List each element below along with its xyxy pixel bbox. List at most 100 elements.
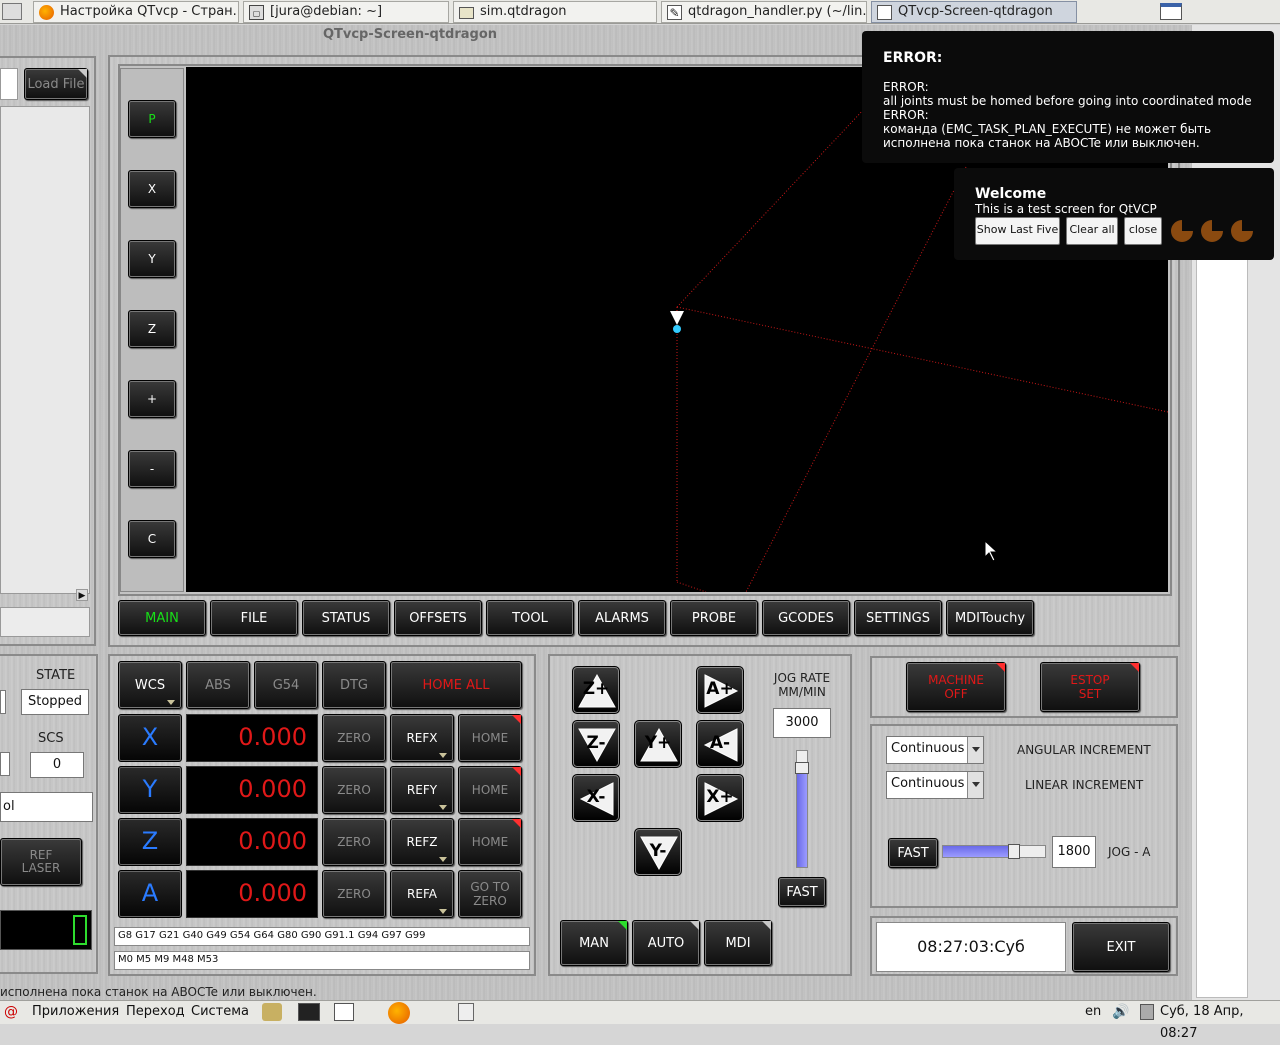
home-y-button[interactable]: HOME bbox=[458, 766, 522, 814]
zoom-in-button[interactable]: + bbox=[128, 380, 176, 418]
tab-offsets[interactable]: OFFSETS bbox=[394, 600, 482, 636]
error-line: ERROR: bbox=[883, 80, 929, 94]
clock-indicator[interactable]: Суб, 18 Апр, 08:27 bbox=[1160, 1001, 1280, 1045]
ref-y-button[interactable]: REFY bbox=[390, 766, 454, 814]
jog-rate-slider-thumb[interactable] bbox=[795, 762, 809, 775]
axis-z-button[interactable]: Z bbox=[118, 818, 182, 866]
axis-x-button[interactable]: X bbox=[118, 714, 182, 762]
view-y-button[interactable]: Y bbox=[128, 240, 176, 278]
axis-a-button[interactable]: A bbox=[118, 870, 182, 918]
view-p-button[interactable]: P bbox=[128, 100, 176, 138]
linear-increment-combo[interactable]: Continuous bbox=[886, 771, 984, 799]
taskbar-tab-qtvcp[interactable]: QTvcp-Screen-qtdragon bbox=[871, 1, 1077, 23]
jog-a-minus-button[interactable]: A- bbox=[696, 720, 744, 768]
text-editor-icon: ✎ bbox=[667, 5, 682, 20]
taskbar-tab-folder[interactable]: sim.qtdragon bbox=[453, 1, 657, 23]
jog-y-minus-button[interactable]: Y- bbox=[634, 828, 682, 876]
view-z-button[interactable]: Z bbox=[128, 310, 176, 348]
tab-status[interactable]: STATUS bbox=[302, 600, 390, 636]
jog-rate-field[interactable]: 3000 bbox=[773, 708, 831, 738]
jog-fast-button[interactable]: FAST bbox=[778, 877, 826, 907]
tab-settings[interactable]: SETTINGS bbox=[854, 600, 942, 636]
estop-button[interactable]: ESTOP SET bbox=[1040, 662, 1140, 712]
home-a-button[interactable]: GO TO ZERO bbox=[458, 870, 522, 918]
jog-y-plus-button[interactable]: Y+ bbox=[634, 720, 682, 768]
places-menu[interactable]: Переход bbox=[126, 1001, 185, 1023]
jog-z-plus-button[interactable]: Z+ bbox=[572, 666, 620, 714]
ref-a-button[interactable]: REFA bbox=[390, 870, 454, 918]
abs-button[interactable]: ABS bbox=[186, 661, 250, 709]
machine-off-button[interactable]: MACHINE OFF bbox=[906, 662, 1006, 712]
ref-x-button[interactable]: REFX bbox=[390, 714, 454, 762]
mode-auto-button[interactable]: AUTO bbox=[632, 920, 700, 966]
home-x-button-label: HOME bbox=[471, 731, 509, 745]
show-last-five-button[interactable]: Show Last Five bbox=[975, 217, 1060, 245]
jog-a-plus-button[interactable]: A+ bbox=[696, 666, 744, 714]
ref-z-button[interactable]: REFZ bbox=[390, 818, 454, 866]
jog-a-field[interactable]: 1800 bbox=[1052, 836, 1096, 868]
taskbar-tab-terminal[interactable]: ▢ [jura@debian: ~] bbox=[243, 1, 449, 23]
tab-alarms[interactable]: ALARMS bbox=[578, 600, 666, 636]
load-file-button[interactable]: Load File bbox=[24, 68, 88, 100]
file-list[interactable] bbox=[0, 106, 90, 594]
jog-z-minus-button[interactable]: Z- bbox=[572, 720, 620, 768]
error-line: all joints must be homed before going in… bbox=[883, 94, 1252, 108]
jog-a-slider[interactable] bbox=[942, 844, 1046, 859]
left-lower-field[interactable] bbox=[0, 607, 90, 637]
ref-laser-button[interactable]: REF LASER bbox=[0, 838, 82, 886]
scroll-right-arrow-icon[interactable]: ▶ bbox=[76, 589, 88, 601]
jog-rate-slider[interactable] bbox=[795, 750, 809, 868]
mode-man-button[interactable]: MAN bbox=[560, 920, 628, 966]
clear-view-button[interactable]: C bbox=[128, 520, 176, 558]
tab-probe[interactable]: PROBE bbox=[670, 600, 758, 636]
view-z-label: Z bbox=[147, 322, 157, 336]
terminal-launcher-icon[interactable] bbox=[298, 1003, 320, 1021]
jog-x-minus-button[interactable]: X- bbox=[572, 774, 620, 822]
zero-y-button-label: ZERO bbox=[337, 783, 371, 797]
jog-a-fast-button[interactable]: FAST bbox=[888, 838, 938, 868]
linuxcnc-launcher-icon[interactable] bbox=[262, 1003, 282, 1021]
dtg-button[interactable]: DTG bbox=[322, 661, 386, 709]
tab-main[interactable]: MAIN bbox=[118, 600, 206, 636]
applications-menu[interactable]: Приложения bbox=[32, 1001, 119, 1023]
tab-gcodes[interactable]: GCODES bbox=[762, 600, 850, 636]
editor-launcher-icon[interactable] bbox=[334, 1003, 354, 1021]
tool-field: ol bbox=[0, 792, 93, 822]
axis-y-button[interactable]: Y bbox=[118, 766, 182, 814]
mode-mdi-button[interactable]: MDI bbox=[704, 920, 772, 966]
view-x-button[interactable]: X bbox=[128, 170, 176, 208]
system-menu[interactable]: Система bbox=[191, 1001, 249, 1023]
tab-tool[interactable]: TOOL bbox=[486, 600, 574, 636]
zero-z-button[interactable]: ZERO bbox=[322, 818, 386, 866]
volume-icon[interactable]: 🔊 bbox=[1112, 1001, 1129, 1023]
home-z-button[interactable]: HOME bbox=[458, 818, 522, 866]
trash-icon[interactable] bbox=[458, 1003, 474, 1021]
zoom-out-button[interactable]: - bbox=[128, 450, 176, 488]
jog-a-slider-thumb[interactable] bbox=[1008, 844, 1021, 859]
keyboard-layout-indicator[interactable]: en bbox=[1085, 1001, 1101, 1023]
alert-indicator bbox=[512, 819, 521, 828]
tab-mditouchy[interactable]: MDITouchy bbox=[946, 600, 1034, 636]
taskbar-tab-firefox[interactable]: Настройка QTvcp - Стран... bbox=[33, 1, 239, 23]
clear-all-button[interactable]: Clear all bbox=[1066, 217, 1118, 245]
close-button[interactable]: close bbox=[1124, 217, 1162, 245]
show-desktop-icon[interactable] bbox=[2, 3, 22, 20]
network-icon[interactable] bbox=[1140, 1004, 1154, 1020]
ref-z-button-label: REFZ bbox=[406, 835, 438, 849]
workspace-switcher-icon[interactable] bbox=[1160, 3, 1182, 20]
exit-button[interactable]: EXIT bbox=[1072, 922, 1170, 972]
jog-x-plus-button[interactable]: X+ bbox=[696, 774, 744, 822]
zero-x-button[interactable]: ZERO bbox=[322, 714, 386, 762]
dropdown-arrow-icon bbox=[439, 753, 447, 758]
zero-a-button[interactable]: ZERO bbox=[322, 870, 386, 918]
firefox-launcher-icon[interactable] bbox=[388, 1002, 410, 1024]
angular-increment-combo[interactable]: Continuous bbox=[886, 736, 984, 764]
wcs-button[interactable]: WCS bbox=[118, 661, 182, 709]
home-x-button[interactable]: HOME bbox=[458, 714, 522, 762]
home-all-button[interactable]: HOME ALL bbox=[390, 661, 522, 709]
file-path-field[interactable] bbox=[0, 68, 18, 100]
tab-file[interactable]: FILE bbox=[210, 600, 298, 636]
g54-button[interactable]: G54 bbox=[254, 661, 318, 709]
zero-y-button[interactable]: ZERO bbox=[322, 766, 386, 814]
taskbar-tab-editor[interactable]: ✎ qtdragon_handler.py (~/lin... bbox=[661, 1, 867, 23]
